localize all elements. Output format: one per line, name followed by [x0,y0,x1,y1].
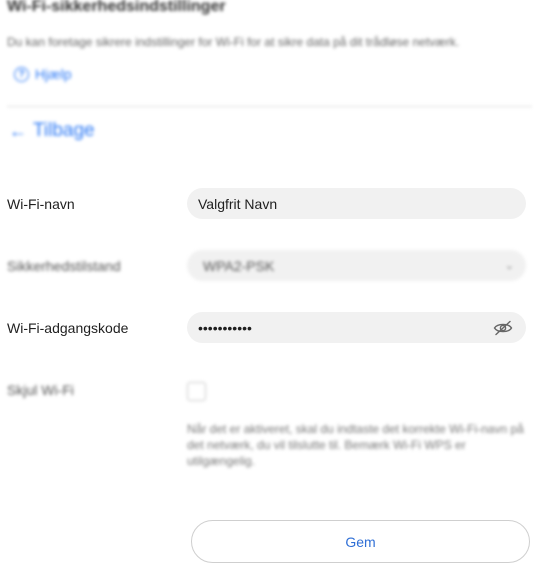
hide-wifi-label: Skjul Wi-Fi [7,382,74,398]
wifi-name-label: Wi-Fi-navn [7,196,75,212]
back-link-label: Tilbage [33,120,95,141]
wifi-name-field-container [187,188,526,219]
chevron-down-icon: ⌄ [504,260,514,272]
page-subtitle: Du kan foretage sikrere indstillinger fo… [7,35,460,49]
wifi-password-field-container [187,312,526,343]
security-mode-select[interactable]: WPA2-PSK ⌄ [187,250,526,281]
arrow-left-icon: ← [9,121,27,141]
section-divider [7,106,532,107]
wifi-password-input[interactable] [198,319,492,336]
security-mode-value: WPA2-PSK [203,257,275,274]
help-link[interactable]: ? Hjælp [14,66,72,82]
hide-wifi-checkbox[interactable] [187,382,206,401]
wifi-name-input[interactable] [198,195,514,212]
back-link[interactable]: ← Tilbage [9,120,95,142]
eye-off-icon[interactable] [492,319,514,337]
help-circle-icon: ? [14,66,29,82]
security-mode-label: Sikkerhedstilstand [7,258,121,274]
help-link-label: Hjælp [35,66,72,82]
save-button[interactable]: Gem [191,520,530,563]
hide-wifi-hint: Når det er aktiveret, skal du indtaste d… [187,422,524,468]
page-title: Wi-Fi-sikkerhedsindstillinger [7,0,226,15]
wifi-password-label: Wi-Fi-adgangskode [7,320,129,336]
